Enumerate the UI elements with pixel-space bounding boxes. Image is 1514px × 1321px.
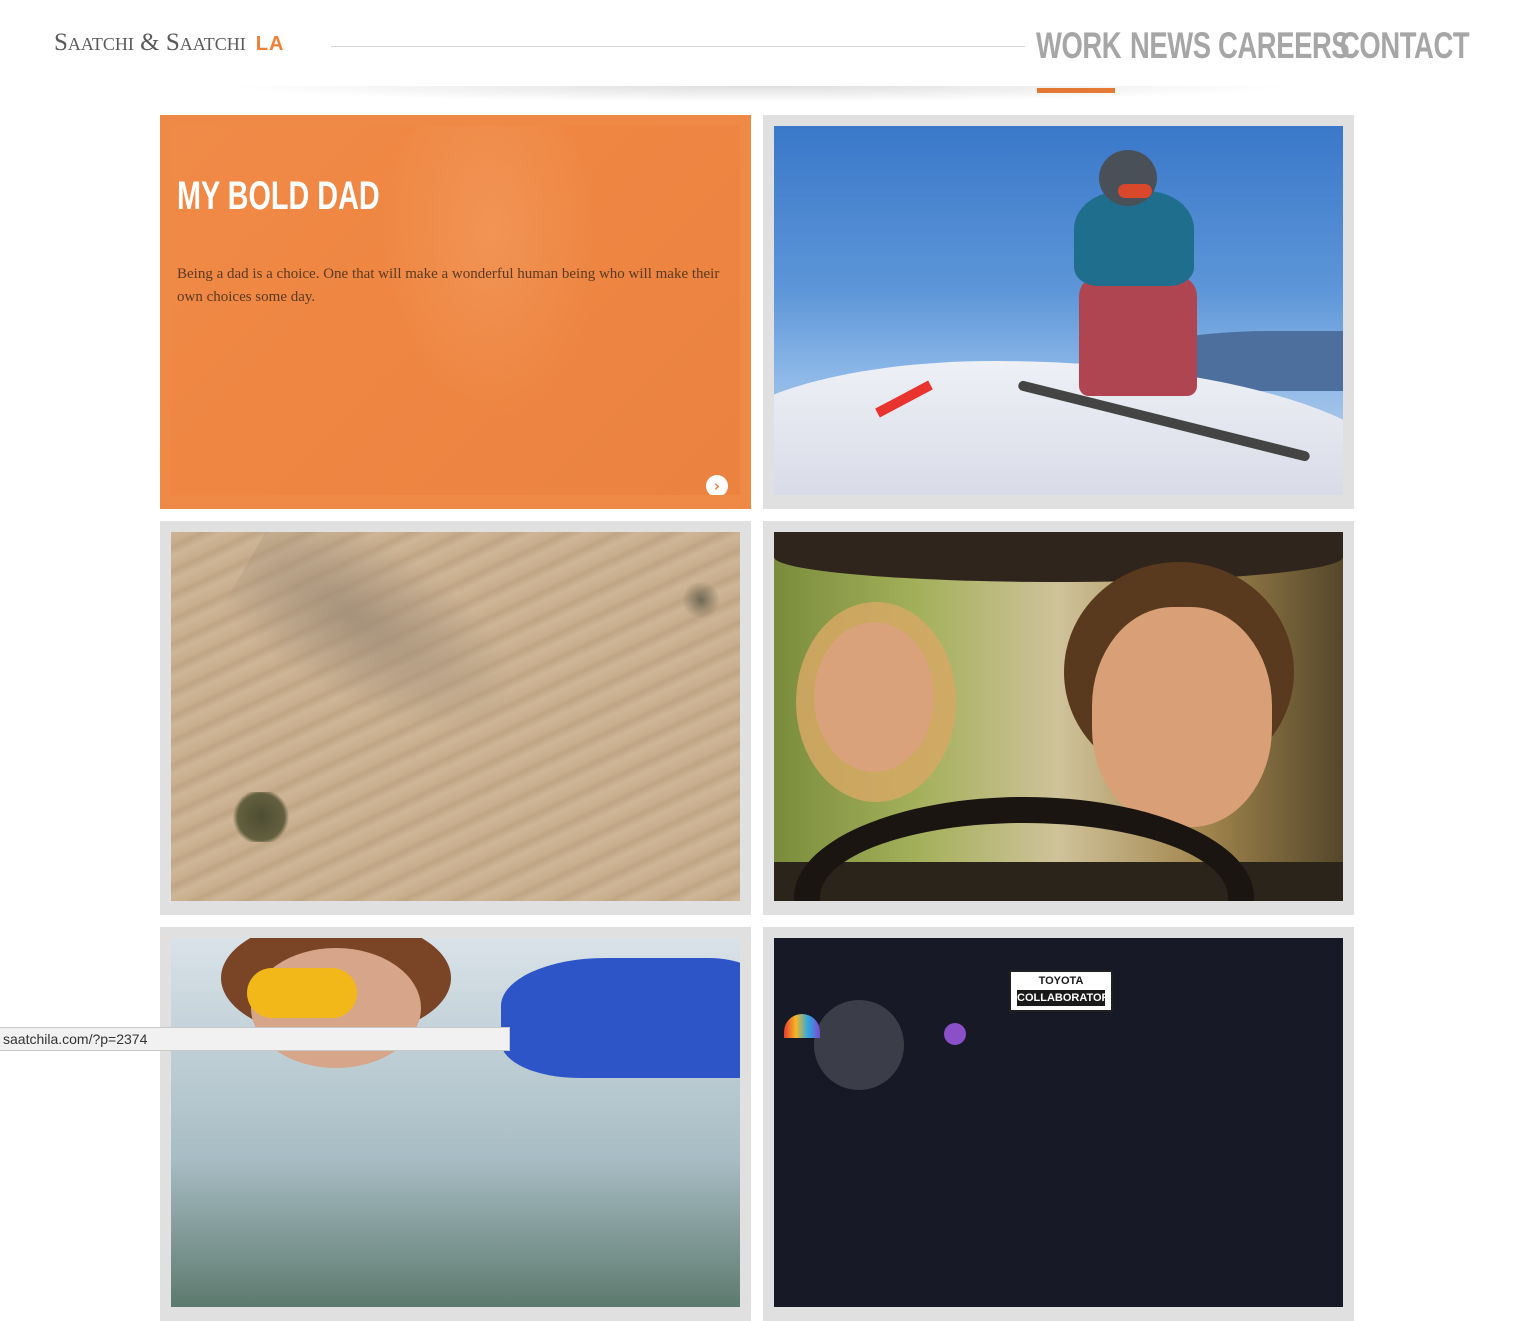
nav-contact[interactable]: CONTACT <box>1340 20 1470 90</box>
work-tile-featured[interactable]: MY BOLD DAD Being a dad is a choice. One… <box>160 115 751 509</box>
avatar <box>944 1023 966 1045</box>
desert-bush <box>681 582 721 618</box>
toyota-image: TOYOTA COLLABORATOR <box>774 938 1343 1307</box>
rider-goggles <box>1118 184 1152 198</box>
browser-status-bar: saatchila.com/?p=2374 <box>0 1027 510 1051</box>
blue-object <box>501 958 740 1078</box>
car-roof <box>774 532 1343 582</box>
desert-bush <box>231 792 291 842</box>
dial-graphic <box>814 1000 904 1090</box>
header-shadow <box>220 86 1300 102</box>
nav-news[interactable]: NEWS <box>1130 20 1211 90</box>
work-tile-snowboard[interactable] <box>763 115 1354 509</box>
desert-image <box>171 532 740 901</box>
tile-image <box>774 532 1343 901</box>
work-tile-toyota[interactable]: TOYOTA COLLABORATOR <box>763 927 1354 1321</box>
toyota-collaborator-badge: TOYOTA COLLABORATOR <box>1009 970 1113 1012</box>
work-tile-car[interactable] <box>763 521 1354 915</box>
rider-pants <box>1079 276 1197 396</box>
badge-title: COLLABORATOR <box>1017 990 1110 1006</box>
work-tile-desert[interactable] <box>160 521 751 915</box>
swimmer-goggles <box>247 968 357 1018</box>
site-header: Saatchi & Saatchi LA WORK NEWS CAREERS C… <box>0 0 1514 94</box>
bride-face <box>814 622 934 772</box>
swimmer-image <box>171 938 740 1307</box>
snowboarder-image <box>774 126 1343 495</box>
tile-image <box>171 532 740 901</box>
tile-image <box>774 126 1343 495</box>
main-nav: WORK NEWS CAREERS CONTACT <box>1036 20 1470 90</box>
groom-face <box>1092 607 1272 827</box>
work-tile-swimmer[interactable] <box>160 927 751 1321</box>
logo-suffix: LA <box>255 33 285 55</box>
dust-cloud <box>211 532 551 777</box>
nav-work[interactable]: WORK <box>1036 20 1122 90</box>
tile-image <box>171 938 740 1307</box>
featured-overlay: MY BOLD DAD Being a dad is a choice. One… <box>171 126 740 495</box>
tile-image: TOYOTA COLLABORATOR <box>774 938 1343 1307</box>
color-fan-graphic <box>784 1014 820 1038</box>
featured-description: Being a dad is a choice. One that will m… <box>177 266 720 305</box>
nav-careers[interactable]: CAREERS <box>1218 20 1350 90</box>
site-logo[interactable]: Saatchi & Saatchi LA <box>54 29 284 59</box>
header-divider <box>331 46 1025 47</box>
newlyweds-image <box>774 532 1343 901</box>
badge-brand: TOYOTA <box>1038 975 1084 987</box>
featured-title: MY BOLD DAD <box>177 174 380 218</box>
chevron-right-icon[interactable]: › <box>706 475 728 495</box>
logo-text: Saatchi & Saatchi <box>54 29 246 56</box>
